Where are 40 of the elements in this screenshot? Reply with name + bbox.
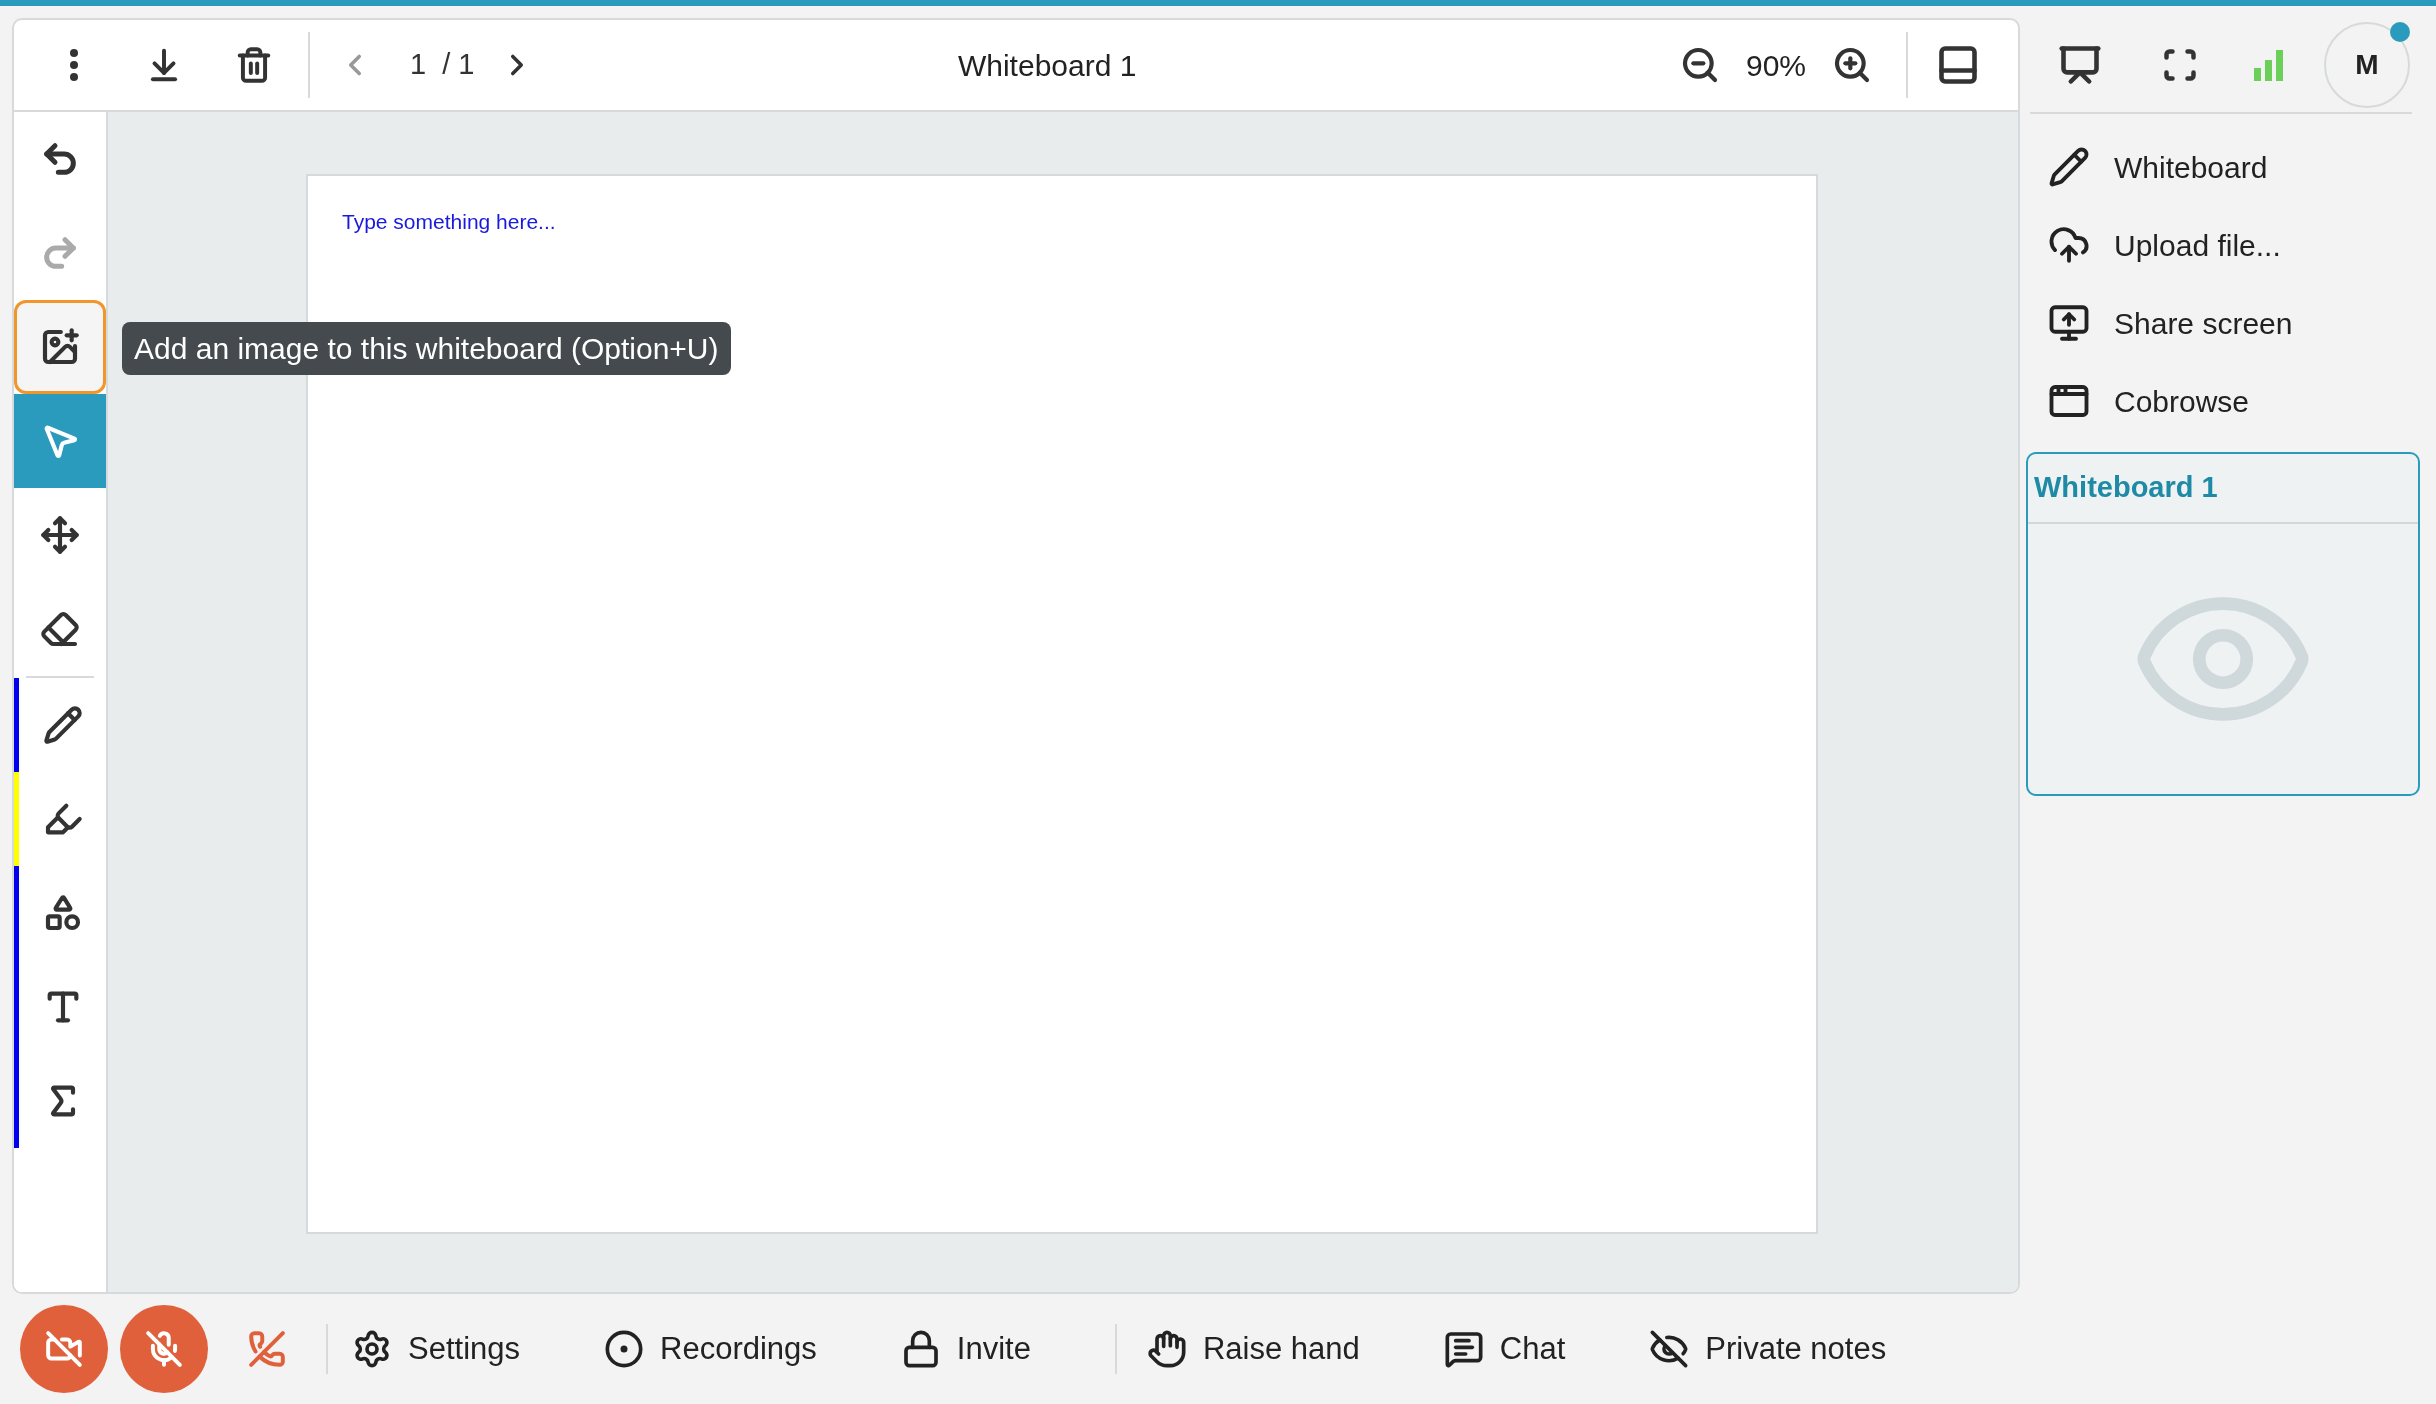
settings-button[interactable]: Settings (352, 1325, 520, 1373)
private-notes-button[interactable]: Private notes (1649, 1325, 1887, 1373)
zoom-in-icon (1832, 45, 1872, 85)
pencil-icon (42, 705, 83, 745)
microphone-off-icon (145, 1330, 183, 1368)
share-screen-menu-item[interactable]: Share screen (2048, 284, 2420, 362)
more-icon (69, 49, 79, 81)
zoom-level: 90% (1745, 47, 1806, 84)
chat-button[interactable]: Chat (1443, 1325, 1566, 1373)
card-title: Whiteboard 1 (2034, 470, 2218, 506)
add-image-button[interactable] (14, 300, 106, 394)
whiteboard-thumbnail-card[interactable]: Whiteboard 1 (2026, 452, 2420, 796)
raise-hand-button[interactable]: Raise hand (1146, 1325, 1360, 1373)
cobrowse-menu-item[interactable]: Cobrowse (2048, 362, 2420, 440)
camera-off-icon (45, 1330, 83, 1368)
text-placeholder[interactable]: Type something here... (342, 206, 1782, 238)
upload-file-menu-item[interactable]: Upload file... (2048, 206, 2420, 284)
page-total: / 1 (442, 47, 475, 83)
cloud-upload-icon (2048, 224, 2090, 266)
whiteboard-menu-item[interactable]: Whiteboard (2048, 128, 2420, 206)
image-plus-icon (40, 327, 80, 367)
chat-icon (1443, 1329, 1484, 1369)
record-icon (604, 1329, 644, 1369)
invite-button[interactable]: Invite (900, 1325, 1031, 1373)
signal-icon (2252, 48, 2286, 82)
recordings-button[interactable]: Recordings (604, 1325, 817, 1373)
tooltip: Add an image to this whiteboard (Option+U) (122, 322, 731, 375)
presentation-icon (2058, 43, 2102, 87)
pencil-icon (2048, 146, 2090, 188)
settings-icon (352, 1329, 392, 1369)
whiteboard-title: Whiteboard 1 (957, 47, 1137, 84)
phone-hang-up-icon (248, 1330, 286, 1368)
move-arrows-icon (40, 515, 80, 555)
current-page-number: 1 (410, 47, 427, 83)
panel-bottom-icon (1936, 43, 1980, 87)
hand-icon (1146, 1329, 1187, 1369)
fullscreen-icon (2162, 47, 2198, 83)
eye-off-icon (1649, 1329, 1690, 1369)
trash-icon (235, 46, 273, 84)
eraser-icon (40, 609, 80, 649)
